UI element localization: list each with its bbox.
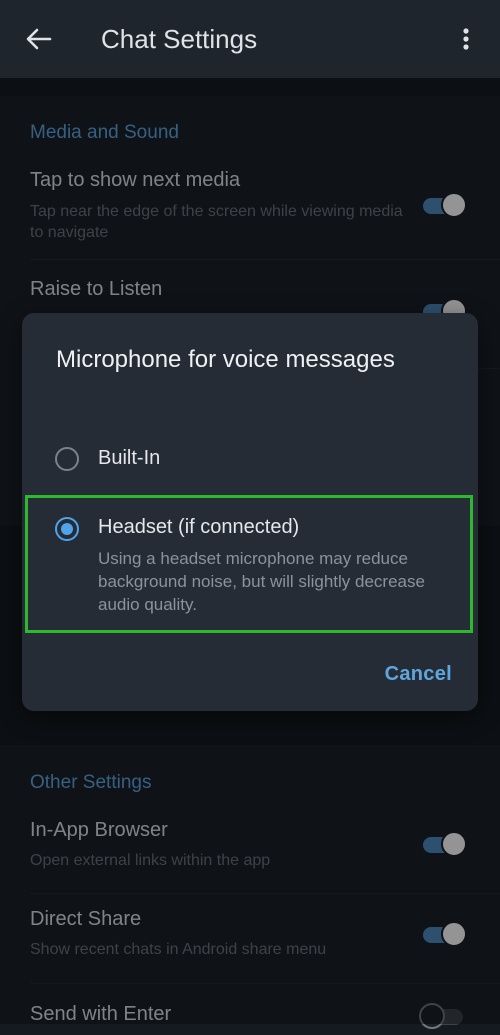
app-bar: Chat Settings <box>0 0 500 78</box>
option-built-in[interactable]: Built-In <box>22 435 478 481</box>
option-description: Using a headset microphone may reduce ba… <box>98 549 425 614</box>
page-title: Chat Settings <box>101 24 258 54</box>
arrow-left-icon <box>26 28 52 50</box>
radio-built-in[interactable] <box>55 447 79 471</box>
microphone-dialog: Microphone for voice messages Built-In H… <box>22 313 478 711</box>
radio-headset[interactable] <box>55 517 79 541</box>
dialog-title: Microphone for voice messages <box>56 346 395 373</box>
more-vertical-icon <box>463 28 469 50</box>
cancel-button[interactable]: Cancel <box>385 659 452 689</box>
option-label: Built-In <box>98 447 161 469</box>
back-button[interactable] <box>22 22 56 56</box>
more-options-button[interactable] <box>452 22 480 56</box>
option-label: Headset (if connected) <box>98 516 300 538</box>
option-headset[interactable]: Headset (if connected) Using a headset m… <box>22 503 478 625</box>
